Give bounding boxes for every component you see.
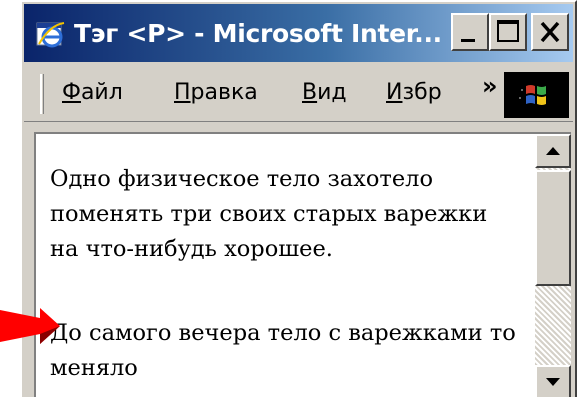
page-content[interactable]: Одно физическое тело захотело поменять т… xyxy=(34,132,571,397)
menu-bar: Файл Правка Вид Избр » xyxy=(24,64,573,122)
close-icon xyxy=(540,21,560,43)
menu-overflow-button[interactable]: » xyxy=(482,72,498,100)
pointer-arrow-icon xyxy=(0,308,60,344)
windows-logo-icon xyxy=(519,85,546,105)
minimize-icon xyxy=(461,39,475,42)
menu-favorites[interactable]: Избр xyxy=(386,80,442,105)
scroll-down-button[interactable] xyxy=(535,365,571,397)
close-button[interactable] xyxy=(531,13,569,51)
browser-window: Тэг <P> - Microsoft Inter... Файл Правка… xyxy=(20,0,577,397)
title-bar[interactable]: Тэг <P> - Microsoft Inter... xyxy=(24,4,573,62)
maximize-button[interactable] xyxy=(489,13,527,51)
toolbar-grip[interactable] xyxy=(40,74,44,114)
minimize-button[interactable] xyxy=(451,13,489,51)
vertical-scrollbar[interactable] xyxy=(535,134,571,397)
arrow-down-icon xyxy=(546,378,560,386)
ie-icon xyxy=(34,17,66,49)
menu-edit[interactable]: Правка xyxy=(174,80,258,105)
scroll-thumb[interactable] xyxy=(535,170,571,286)
maximize-icon xyxy=(497,20,519,42)
arrow-up-icon xyxy=(546,147,560,155)
scroll-up-button[interactable] xyxy=(535,134,571,168)
paragraph-1: Одно физическое тело захотело поменять т… xyxy=(50,166,488,262)
content-frame: Одно физическое тело захотело поменять т… xyxy=(24,128,573,397)
paragraph-2: До самого вечера тело с варежками то мен… xyxy=(50,320,516,381)
window-title: Тэг <P> - Microsoft Inter... xyxy=(74,18,442,48)
menu-view[interactable]: Вид xyxy=(302,80,347,105)
windows-logo-throbber xyxy=(504,72,569,118)
menu-file[interactable]: Файл xyxy=(62,80,123,105)
